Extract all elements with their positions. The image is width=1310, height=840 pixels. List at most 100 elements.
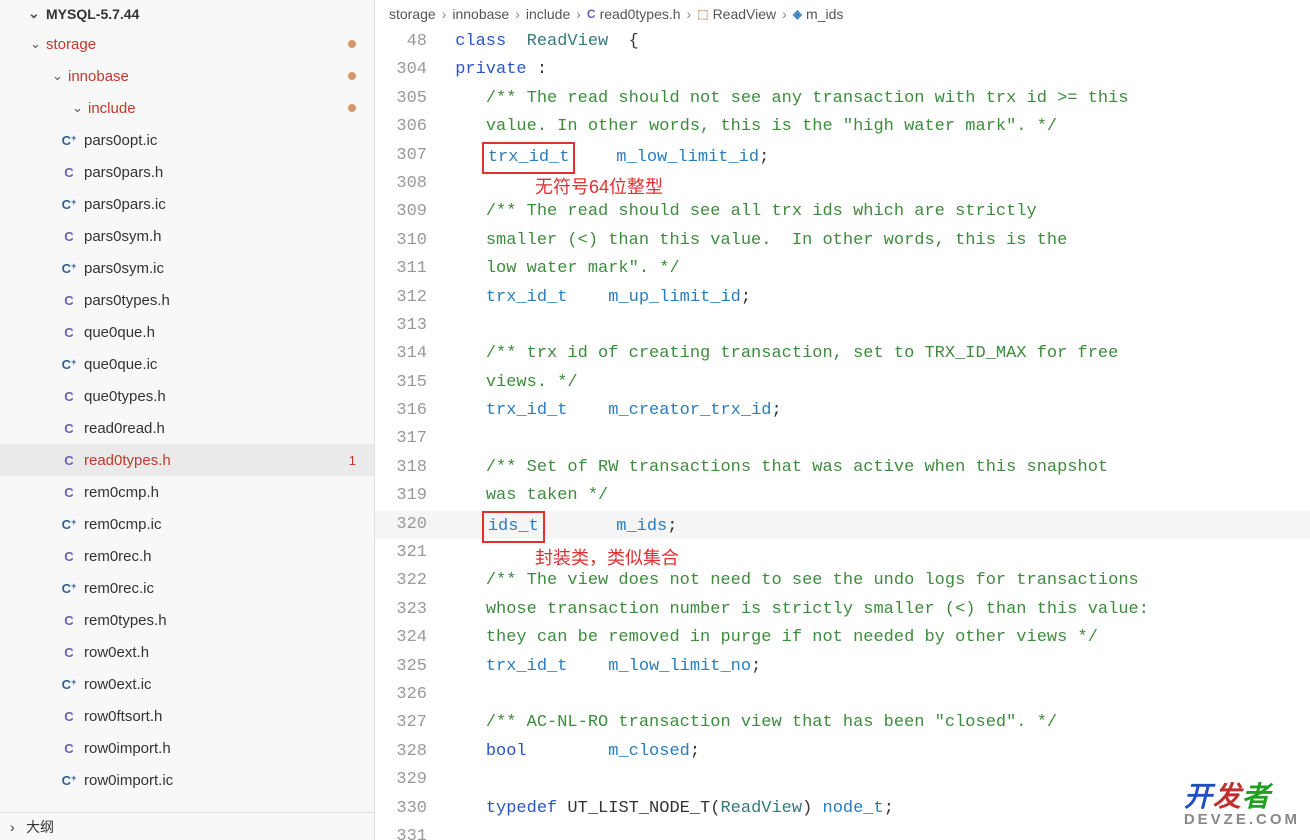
file-label: row0ext.ic [84,676,152,693]
breadcrumb[interactable]: storage›innobase›include›Cread0types.h›⬚… [375,0,1310,28]
explorer-sidebar: ⌄ MYSQL-5.7.44 ⌄storage⌄innobase⌄include… [0,0,375,840]
breadcrumb-item[interactable]: ⬚ReadView [697,6,776,22]
file-tree: ⌄storage⌄innobase⌄include C+ pars0opt.ic Cp… [0,28,374,812]
code-content[interactable]: class ReadView { private : /** The read … [445,28,1310,840]
code-line[interactable]: they can be removed in purge if not need… [445,624,1310,652]
line-number: 328 [375,738,427,766]
breadcrumb-item[interactable]: storage [389,6,436,22]
line-gutter: 4830430530630730830931031131231331431531… [375,28,445,840]
breadcrumb-icon: ◈ [793,7,802,21]
tree-folder[interactable]: ⌄innobase [0,60,374,92]
code-line[interactable]: /** trx id of creating transaction, set … [445,340,1310,368]
tree-file[interactable]: Crem0cmp.h [0,476,374,508]
tree-file[interactable]: C+rem0cmp.ic [0,508,374,540]
tree-file[interactable]: Crow0ext.h [0,636,374,668]
file-label: pars0opt.ic [84,132,157,149]
code-line[interactable]: private : [445,56,1310,84]
tree-file[interactable]: Cpars0types.h [0,284,374,316]
line-number: 326 [375,681,427,709]
file-label: row0ext.h [84,644,149,661]
tree-file[interactable]: Cque0types.h [0,380,374,412]
code-line[interactable]: was taken */ [445,482,1310,510]
line-number: 304 [375,56,427,84]
code-line[interactable]: low water mark". */ [445,255,1310,283]
tree-file[interactable]: C+ pars0opt.ic [0,124,374,156]
c-file-icon: C [60,613,78,628]
line-number: 312 [375,284,427,312]
tree-file[interactable]: C+pars0pars.ic [0,188,374,220]
modified-dot-icon [348,40,356,48]
tree-file[interactable]: C+pars0sym.ic [0,252,374,284]
breadcrumb-label: ReadView [713,6,777,22]
outline-panel-header[interactable]: › 大纲 [0,812,374,840]
tree-file[interactable]: Cpars0pars.h [0,156,374,188]
folder-label: storage [46,36,96,53]
code-line[interactable]: typedef UT_LIST_NODE_T(ReadView) node_t; [445,795,1310,823]
code-line[interactable]: whose transaction number is strictly sma… [445,596,1310,624]
cpp-file-icon: C+ [60,133,78,148]
folder-label: include [88,100,136,117]
tree-folder[interactable]: ⌄include [0,92,374,124]
line-number: 323 [375,596,427,624]
code-line[interactable]: trx_id_t m_up_limit_id; [445,284,1310,312]
breadcrumb-icon: C [587,7,596,21]
code-line[interactable]: /** The read should not see any transact… [445,85,1310,113]
cpp-file-icon: C+ [60,581,78,596]
line-number: 306 [375,113,427,141]
file-label: read0read.h [84,420,165,437]
file-label: row0ftsort.h [84,708,162,725]
tree-file[interactable]: C+row0ext.ic [0,668,374,700]
code-line[interactable]: /** AC-NL-RO transaction view that has b… [445,709,1310,737]
line-number: 309 [375,198,427,226]
tree-file[interactable]: Cread0read.h [0,412,374,444]
c-file-icon: C [60,293,78,308]
code-line[interactable]: /** The read should see all trx ids whic… [445,198,1310,226]
line-number: 311 [375,255,427,283]
tree-file[interactable]: Crem0types.h [0,604,374,636]
tree-file[interactable]: C+row0import.ic [0,764,374,796]
code-line[interactable] [445,681,1310,709]
code-line[interactable]: trx_id_t m_low_limit_no; [445,653,1310,681]
breadcrumb-item[interactable]: innobase [452,6,509,22]
code-line[interactable]: class ReadView { [445,28,1310,56]
chevron-right-icon: › [10,819,26,835]
tree-file[interactable]: Cque0que.h [0,316,374,348]
code-line[interactable]: views. */ [445,369,1310,397]
code-line[interactable]: value. In other words, this is the "high… [445,113,1310,141]
file-label: pars0sym.h [84,228,162,245]
c-file-icon: C [60,485,78,500]
line-number: 310 [375,227,427,255]
editor-pane: storage›innobase›include›Cread0types.h›⬚… [375,0,1310,840]
code-line[interactable] [445,766,1310,794]
cpp-file-icon: C+ [60,773,78,788]
code-editor[interactable]: 4830430530630730830931031131231331431531… [375,28,1310,840]
tree-file[interactable]: Cread0types.h1 [0,444,374,476]
breadcrumb-item[interactable]: ◈m_ids [793,6,844,22]
c-file-icon: C [60,549,78,564]
code-line[interactable] [445,312,1310,340]
code-line[interactable]: bool m_closed; [445,738,1310,766]
code-line[interactable]: smaller (<) than this value. In other wo… [445,227,1310,255]
tree-file[interactable]: C+que0que.ic [0,348,374,380]
project-title[interactable]: ⌄ MYSQL-5.7.44 [0,0,374,28]
tree-file[interactable]: Crow0ftsort.h [0,700,374,732]
code-line[interactable]: /** Set of RW transactions that was acti… [445,454,1310,482]
breadcrumb-label: include [526,6,570,22]
tree-folder[interactable]: ⌄storage [0,28,374,60]
tree-file[interactable]: Cpars0sym.h [0,220,374,252]
tree-file[interactable]: Crow0import.h [0,732,374,764]
breadcrumb-item[interactable]: Cread0types.h [587,6,681,22]
tree-file[interactable]: C+rem0rec.ic [0,572,374,604]
code-line[interactable] [445,425,1310,453]
code-line[interactable] [445,823,1310,840]
file-label: que0que.h [84,324,155,341]
tree-file[interactable]: Crem0rec.h [0,540,374,572]
file-label: rem0rec.h [84,548,152,565]
file-label: rem0types.h [84,612,167,629]
code-line[interactable]: trx_id_t m_low_limit_id; [445,142,1310,170]
line-number: 325 [375,653,427,681]
line-number: 327 [375,709,427,737]
code-line[interactable]: trx_id_t m_creator_trx_id; [445,397,1310,425]
breadcrumb-item[interactable]: include [526,6,570,22]
code-line[interactable]: ids_t m_ids; [445,511,1310,539]
